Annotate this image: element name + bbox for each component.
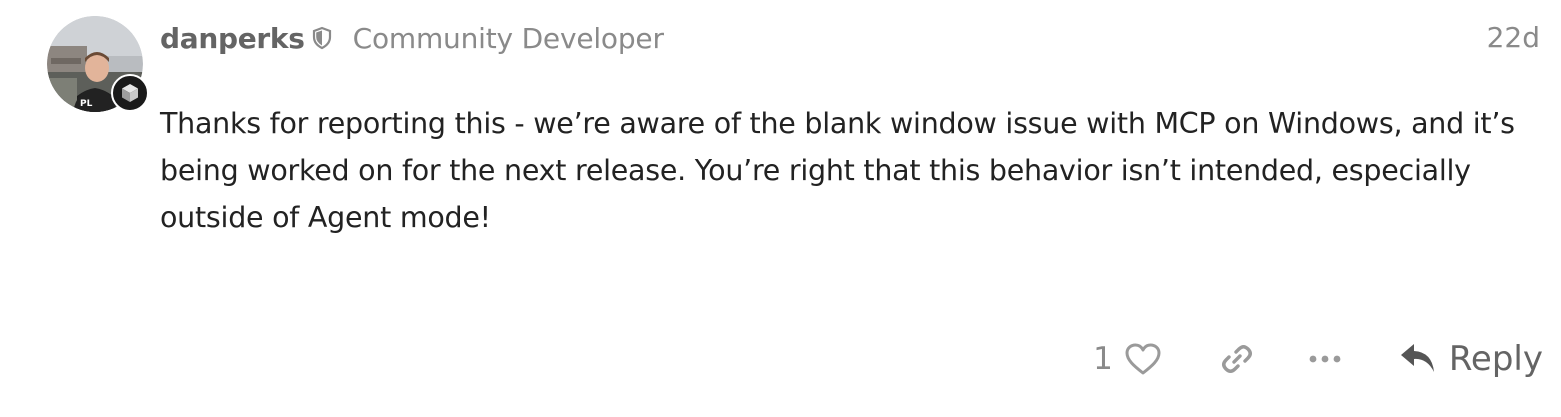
post-text: Thanks for reporting this - we’re aware …	[160, 107, 1515, 234]
post-actions: 1 Reply	[1093, 333, 1543, 385]
flair-badge	[111, 74, 149, 112]
like-button[interactable]	[1121, 337, 1165, 381]
avatar-container[interactable]: PL	[47, 16, 149, 112]
reply-arrow-icon	[1400, 344, 1434, 372]
svg-text:PL: PL	[80, 99, 93, 109]
post-header: danperks Community Developer	[160, 16, 664, 60]
reply-button[interactable]: Reply	[1399, 333, 1543, 385]
more-options-button[interactable]	[1303, 337, 1347, 381]
reply-label: Reply	[1448, 339, 1543, 379]
like-count[interactable]: 1	[1093, 341, 1113, 377]
cube-icon	[122, 84, 138, 102]
user-title: Community Developer	[352, 21, 664, 55]
shield-icon	[312, 25, 334, 51]
ellipsis-icon	[1309, 355, 1341, 363]
username-link[interactable]: danperks	[160, 22, 305, 55]
forum-post: PL danperks Community Developer 22d Than…	[0, 0, 1561, 417]
post-date[interactable]: 22d	[1487, 16, 1540, 60]
share-link-button[interactable]	[1215, 337, 1259, 381]
link-icon	[1221, 345, 1252, 373]
post-body: Thanks for reporting this - we’re aware …	[160, 100, 1545, 241]
heart-icon	[1125, 343, 1161, 375]
